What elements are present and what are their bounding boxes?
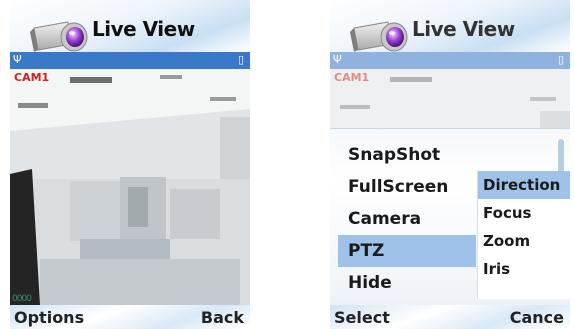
- office-scene-image: [10, 69, 250, 305]
- camera-icon: [30, 21, 88, 52]
- menu-item-hide[interactable]: Hide: [338, 267, 476, 299]
- menu-item-snapshot[interactable]: SnapShot: [338, 139, 476, 171]
- softkey-bar: Options Back: [10, 305, 250, 329]
- live-view-menu-screen: Live View Ψ ▯ CAM1 SnapShot FullScreen Cam…: [330, 0, 570, 329]
- menu-item-ptz[interactable]: PTZ: [338, 235, 476, 267]
- submenu-item-zoom[interactable]: Zoom: [478, 227, 570, 255]
- submenu-item-iris[interactable]: Iris: [478, 255, 570, 283]
- submenu-item-direction[interactable]: Direction: [478, 171, 570, 199]
- select-softkey[interactable]: Select: [334, 308, 390, 327]
- status-bar: Ψ ▯: [330, 52, 570, 69]
- battery-icon: ▯: [557, 53, 564, 66]
- menu-list: SnapShot FullScreen Camera PTZ Hide: [338, 139, 476, 299]
- signal-icon: Ψ: [13, 53, 22, 66]
- camera-label: CAM1: [334, 71, 370, 84]
- softkey-bar: Select Cance: [330, 305, 570, 329]
- status-bar: Ψ ▯: [10, 52, 250, 69]
- signal-icon: Ψ: [333, 53, 342, 66]
- options-softkey[interactable]: Options: [14, 308, 84, 327]
- live-view-screen: Live View Ψ ▯ CAM1 0000 Options Back: [10, 0, 250, 329]
- page-title: Live View: [92, 17, 195, 41]
- battery-icon: ▯: [237, 53, 244, 66]
- title-bar: Live View: [330, 0, 570, 52]
- camera-icon: [350, 21, 408, 52]
- ptz-submenu: Direction Focus Zoom Iris: [478, 171, 570, 299]
- camera-video-feed: CAM1: [330, 69, 570, 129]
- timestamp-label: 0000: [12, 294, 32, 304]
- cancel-softkey[interactable]: Cance: [510, 308, 564, 327]
- title-bar: Live View: [10, 0, 250, 52]
- submenu-item-focus[interactable]: Focus: [478, 199, 570, 227]
- camera-video-feed[interactable]: CAM1 0000: [10, 69, 250, 305]
- page-title: Live View: [412, 17, 515, 41]
- back-softkey[interactable]: Back: [201, 308, 244, 327]
- menu-item-fullscreen[interactable]: FullScreen: [338, 171, 476, 203]
- camera-label: CAM1: [14, 71, 50, 84]
- menu-item-camera[interactable]: Camera: [338, 203, 476, 235]
